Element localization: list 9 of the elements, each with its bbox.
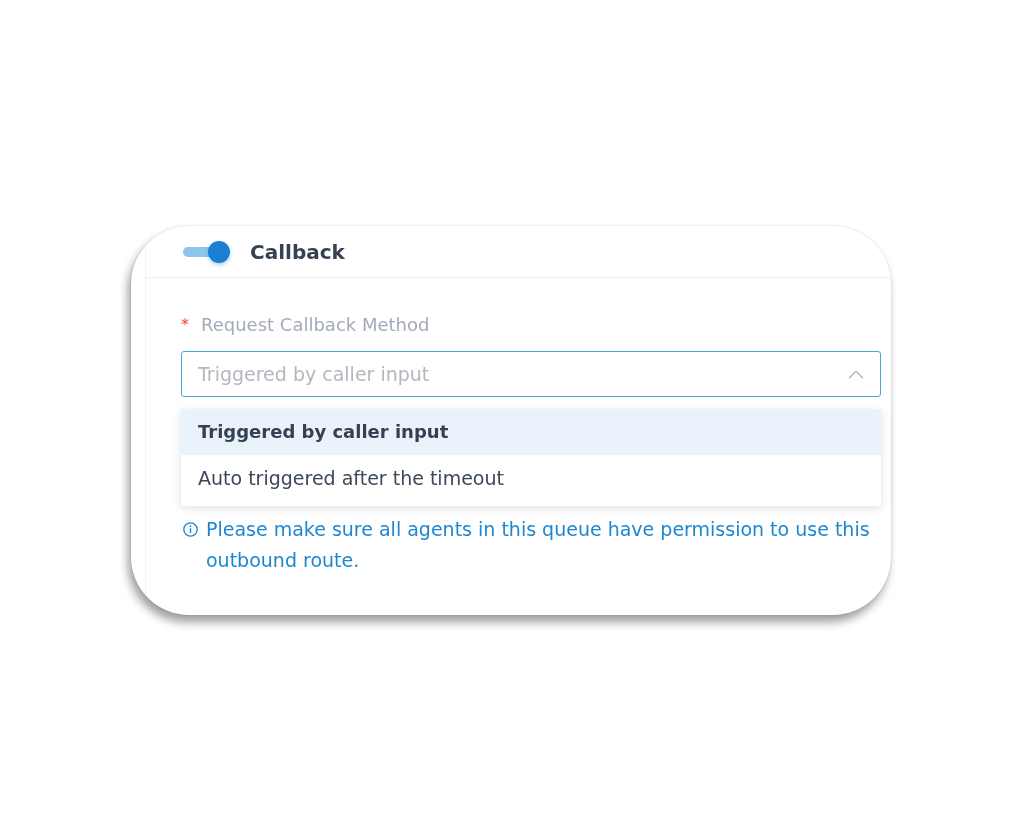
dropdown-option[interactable]: Triggered by caller input [181,409,881,455]
field-label: Request Callback Method [201,313,430,335]
info-icon [183,522,198,537]
info-message: Please make sure all agents in this queue have permission to use this outbound route. [206,517,871,573]
section-title: Callback [250,239,345,264]
dropdown-option[interactable]: Auto triggered after the timeout [181,455,881,501]
required-mark: * [181,314,190,334]
select-field[interactable]: Triggered by caller input [181,351,881,397]
toggle-switch[interactable] [183,239,231,264]
